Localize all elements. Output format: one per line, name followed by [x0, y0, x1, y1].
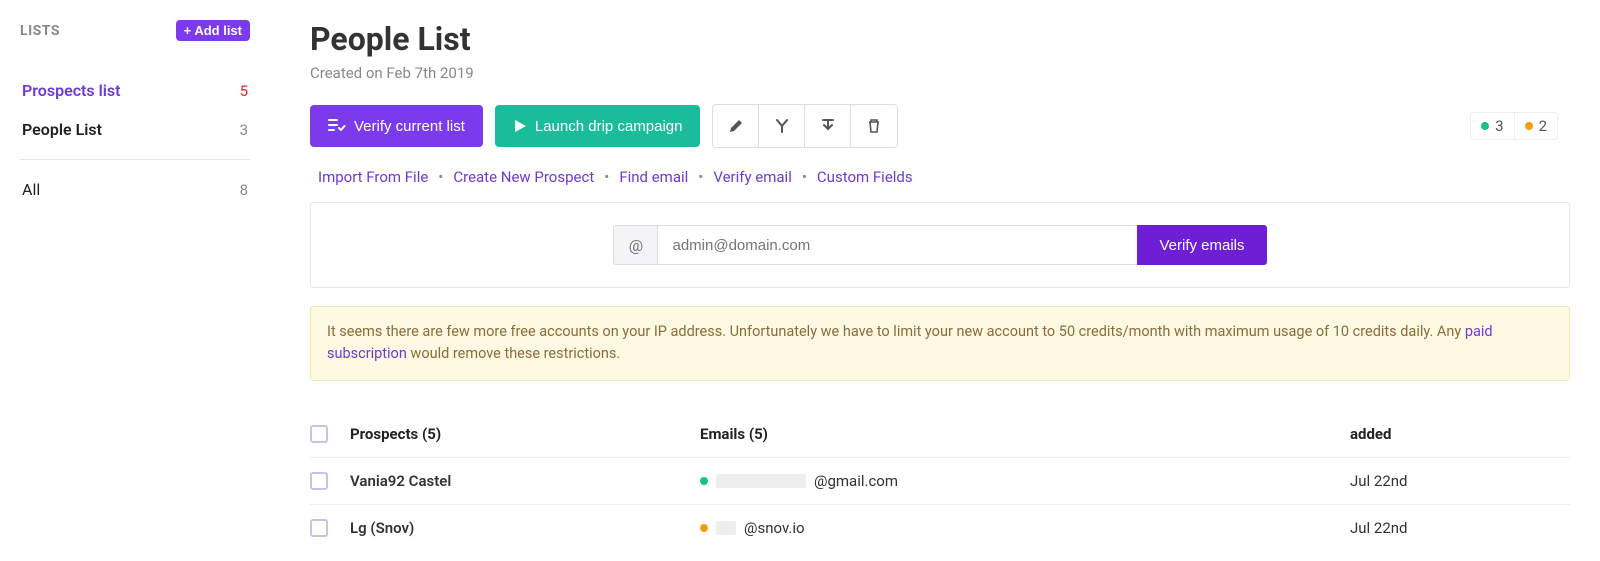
link-verify-email[interactable]: Verify email — [713, 168, 792, 186]
at-icon: @ — [613, 225, 657, 265]
trash-icon — [866, 118, 882, 134]
divider — [20, 159, 250, 160]
link-custom-fields[interactable]: Custom Fields — [817, 168, 913, 186]
table-header-row: Prospects (5) Emails (5) added — [310, 411, 1570, 458]
col-emails: Emails (5) — [700, 425, 1340, 443]
email-redacted — [716, 521, 736, 535]
row-checkbox[interactable] — [310, 519, 328, 537]
prospects-table: Prospects (5) Emails (5) added Vania92 C… — [310, 411, 1570, 551]
icon-button-group — [712, 104, 898, 148]
col-prospects: Prospects (5) — [350, 425, 700, 443]
prospect-name: Lg (Snov) — [350, 519, 700, 537]
badge-count: 2 — [1539, 117, 1547, 135]
sidebar-item-count: 3 — [240, 121, 248, 139]
alert-banner: It seems there are few more free account… — [310, 306, 1570, 381]
edit-button[interactable] — [713, 105, 759, 147]
launch-drip-campaign-button[interactable]: Launch drip campaign — [495, 105, 701, 147]
toolbar: Verify current list Launch drip campaign — [310, 104, 1570, 148]
email-redacted — [716, 474, 806, 488]
email-suffix: @snov.io — [744, 519, 805, 537]
status-dot-icon — [700, 477, 708, 485]
sidebar: LISTS + Add list Prospects list 5 People… — [20, 20, 270, 551]
badge-count: 3 — [1495, 117, 1503, 135]
play-icon — [513, 119, 527, 133]
dot-orange-icon — [1525, 122, 1533, 130]
sub-links: Import From File• Create New Prospect• F… — [318, 168, 1570, 186]
status-badge-green[interactable]: 3 — [1471, 113, 1514, 139]
download-icon — [820, 118, 836, 134]
sidebar-item-label: People List — [22, 120, 102, 139]
button-label: Launch drip campaign — [535, 118, 683, 135]
sidebar-item-people-list[interactable]: People List 3 — [20, 110, 250, 149]
button-label: Verify current list — [354, 118, 465, 135]
verify-email-input[interactable] — [657, 225, 1137, 265]
sidebar-title: LISTS — [20, 23, 60, 39]
prospect-email-cell: @gmail.com — [700, 472, 1340, 490]
link-import-from-file[interactable]: Import From File — [318, 168, 428, 186]
link-find-email[interactable]: Find email — [619, 168, 688, 186]
list-check-icon — [328, 118, 346, 134]
table-row[interactable]: Vania92 Castel @gmail.com Jul 22nd — [310, 458, 1570, 505]
prospect-name: Vania92 Castel — [350, 472, 700, 490]
verify-current-list-button[interactable]: Verify current list — [310, 105, 483, 147]
status-dot-icon — [700, 524, 708, 532]
alert-text-after: would remove these restrictions. — [407, 345, 620, 362]
table-row[interactable]: Lg (Snov) @snov.io Jul 22nd — [310, 505, 1570, 551]
row-checkbox[interactable] — [310, 472, 328, 490]
merge-icon — [774, 118, 790, 134]
page-subtitle: Created on Feb 7th 2019 — [310, 64, 1570, 82]
added-date: Jul 22nd — [1340, 472, 1540, 490]
export-button[interactable] — [805, 105, 851, 147]
link-create-new-prospect[interactable]: Create New Prospect — [453, 168, 594, 186]
add-list-button[interactable]: + Add list — [176, 20, 250, 41]
col-added: added — [1340, 425, 1540, 443]
status-badges: 3 2 — [1470, 112, 1558, 140]
sidebar-item-count: 5 — [240, 82, 248, 100]
verify-emails-box: @ Verify emails — [310, 202, 1570, 288]
pencil-icon — [728, 118, 744, 134]
select-all-checkbox[interactable] — [310, 425, 328, 443]
merge-button[interactable] — [759, 105, 805, 147]
sidebar-item-label: All — [22, 180, 40, 199]
alert-text-before: It seems there are few more free account… — [327, 323, 1465, 340]
main-content: People List Created on Feb 7th 2019 Veri… — [270, 20, 1570, 551]
sidebar-item-count: 8 — [240, 181, 248, 199]
added-date: Jul 22nd — [1340, 519, 1540, 537]
page-title: People List — [310, 20, 1570, 58]
sidebar-item-prospects-list[interactable]: Prospects list 5 — [20, 71, 250, 110]
sidebar-item-label: Prospects list — [22, 81, 121, 100]
dot-green-icon — [1481, 122, 1489, 130]
sidebar-item-all[interactable]: All 8 — [20, 170, 250, 209]
delete-button[interactable] — [851, 105, 897, 147]
status-badge-orange[interactable]: 2 — [1515, 113, 1557, 139]
verify-emails-button[interactable]: Verify emails — [1137, 225, 1266, 265]
prospect-email-cell: @snov.io — [700, 519, 1340, 537]
email-suffix: @gmail.com — [814, 472, 898, 490]
